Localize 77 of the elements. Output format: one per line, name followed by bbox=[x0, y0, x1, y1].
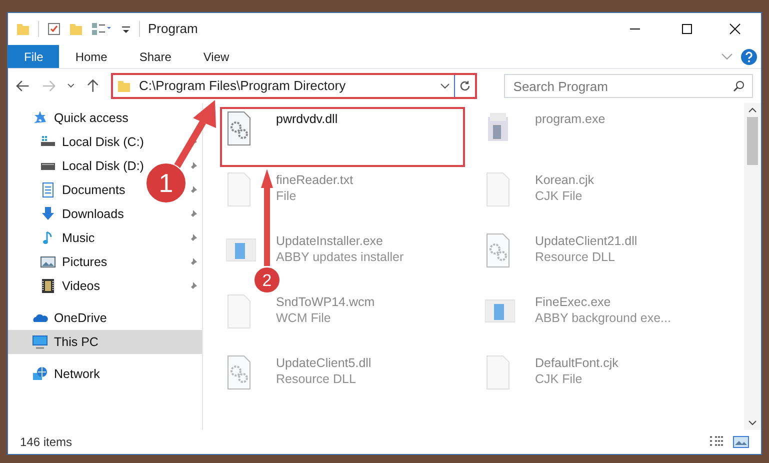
sidebar-item[interactable]: Videos bbox=[8, 274, 104, 298]
globe-icon bbox=[32, 366, 48, 382]
sidebar-item[interactable]: Local Disk (D:) bbox=[8, 154, 148, 178]
file-name: program.exe bbox=[535, 111, 606, 127]
scroll-down-icon[interactable] bbox=[748, 420, 757, 426]
file-name: fineReader.txt bbox=[276, 172, 354, 188]
sidebar-item[interactable]: Local Disk (C:) bbox=[8, 130, 148, 154]
expand-ribbon-icon[interactable] bbox=[721, 52, 733, 60]
file-type: CJK File bbox=[535, 371, 584, 387]
address-bar[interactable]: C:\Program Files\Program Directory bbox=[110, 73, 478, 99]
sidebar-item[interactable]: Network bbox=[8, 362, 104, 386]
file-item[interactable]: UpdateInstaller.exe ABBY updates installer bbox=[226, 233, 404, 268]
step-badge: 2 bbox=[254, 266, 280, 294]
ribbon-tab[interactable]: Home bbox=[59, 45, 124, 68]
file-item[interactable]: fineReader.txt File bbox=[226, 172, 354, 207]
pointer-arrow bbox=[172, 100, 216, 170]
ribbon-tab[interactable]: View bbox=[187, 45, 246, 68]
file-name: UpdateClient21.dll bbox=[535, 233, 638, 249]
back-arrow-icon[interactable] bbox=[16, 80, 30, 92]
sidebar-item[interactable]: Downloads bbox=[8, 202, 128, 226]
document-icon bbox=[40, 182, 56, 198]
step-badge: 1 bbox=[146, 162, 186, 204]
sidebar-item[interactable]: Quick access bbox=[8, 106, 132, 130]
address-text: C:\Program Files\Program Directory bbox=[138, 77, 347, 96]
scroll-thumb[interactable] bbox=[747, 117, 758, 165]
file-name: DefaultFont.cjk bbox=[535, 355, 618, 371]
file-type: WCM File bbox=[276, 310, 332, 326]
sidebar-item[interactable]: This PC bbox=[8, 330, 202, 354]
file-item[interactable]: DefaultFont.cjk CJK File bbox=[485, 355, 618, 390]
file-name: pwrdvdv.dll bbox=[276, 111, 338, 127]
sidebar-item[interactable]: OneDrive bbox=[8, 306, 111, 330]
dropdown-icon[interactable] bbox=[440, 83, 450, 89]
download-icon bbox=[40, 206, 56, 222]
scroll-up-icon[interactable] bbox=[748, 107, 757, 113]
chevron-icon[interactable] bbox=[67, 83, 76, 89]
file-item[interactable]: program.exe bbox=[485, 111, 606, 146]
file-name: UpdateClient5.dll bbox=[276, 355, 372, 371]
file-type: File bbox=[276, 188, 298, 204]
refresh-icon[interactable] bbox=[459, 80, 472, 92]
file-item[interactable]: Korean.cjk CJK File bbox=[485, 172, 594, 207]
search-field[interactable]: Search Program bbox=[504, 74, 753, 98]
file-name: SndToWP14.wcm bbox=[276, 294, 375, 310]
file-name: Korean.cjk bbox=[535, 172, 594, 188]
scrollbar[interactable] bbox=[744, 103, 761, 430]
close-icon[interactable] bbox=[729, 23, 741, 35]
file-item[interactable]: FineExec.exe ABBY background exe... bbox=[485, 294, 671, 329]
star-icon bbox=[32, 110, 48, 126]
search-icon bbox=[732, 80, 745, 92]
window-title: Program bbox=[148, 20, 198, 38]
ribbon-tab[interactable]: File bbox=[8, 45, 60, 68]
file-type: Resource DLL bbox=[276, 371, 357, 387]
file-type: ABBY background exe... bbox=[535, 310, 671, 326]
file-type: CJK File bbox=[535, 188, 584, 204]
large-icons-view-icon[interactable] bbox=[733, 436, 749, 448]
up-arrow-icon[interactable] bbox=[87, 79, 99, 93]
file-name: FineExec.exe bbox=[535, 294, 612, 310]
sidebar-item[interactable]: Documents bbox=[8, 178, 130, 202]
help-icon[interactable] bbox=[741, 48, 757, 64]
file-item[interactable]: SndToWP14.wcm WCM File bbox=[226, 294, 375, 329]
monitor-icon bbox=[32, 334, 48, 350]
file-item[interactable]: UpdateClient5.dll Resource DLL bbox=[226, 355, 372, 390]
maximize-icon[interactable] bbox=[681, 23, 693, 35]
picture-icon bbox=[40, 254, 56, 270]
file-name: UpdateInstaller.exe bbox=[276, 233, 384, 249]
sidebar-item[interactable]: Pictures bbox=[8, 250, 112, 274]
ribbon-tab[interactable]: Share bbox=[123, 45, 188, 68]
folder-icon bbox=[116, 79, 131, 93]
item-count: 146 items bbox=[20, 434, 72, 451]
details-view-icon[interactable] bbox=[709, 436, 725, 448]
view-icon[interactable] bbox=[91, 22, 113, 36]
file-item[interactable]: pwrdvdv.dll bbox=[226, 111, 338, 146]
file-type: Resource DLL bbox=[535, 249, 616, 265]
file-type: ABBY updates installer bbox=[276, 249, 404, 265]
file-item[interactable]: UpdateClient21.dll Resource DLL bbox=[485, 233, 638, 268]
sidebar-item[interactable]: Music bbox=[8, 226, 99, 250]
film-icon bbox=[40, 278, 56, 294]
properties-icon[interactable] bbox=[47, 22, 61, 36]
